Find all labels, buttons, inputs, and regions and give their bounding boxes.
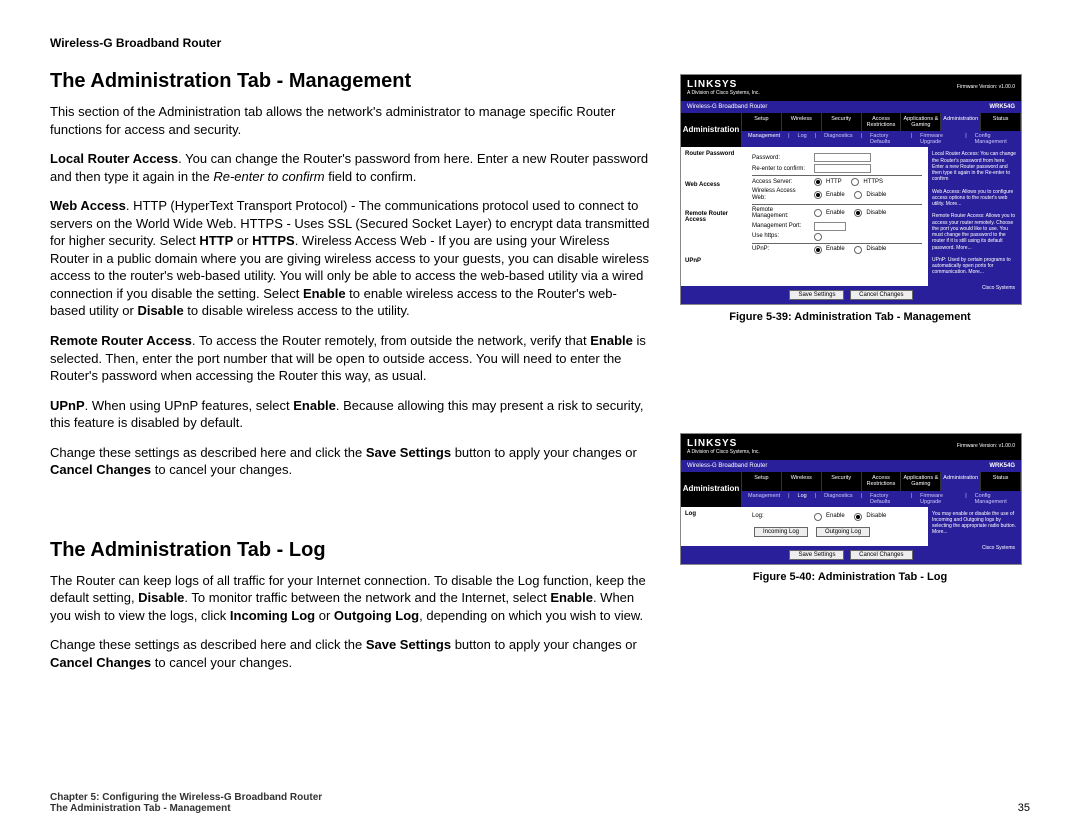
http-radio[interactable] (814, 178, 822, 186)
footer-text: Chapter 5: Configuring the Wireless-G Br… (50, 792, 322, 814)
save-cancel-note-2: Change these settings as described here … (50, 636, 650, 671)
tab-status[interactable]: Status (981, 472, 1021, 490)
group-router-password: Router Password (681, 147, 746, 166)
tab-administration[interactable]: Administration (941, 113, 981, 131)
linksys-logo: LINKSYS (687, 438, 760, 449)
usehttps-checkbox[interactable] (814, 233, 822, 241)
cancel-changes-button[interactable]: Cancel Changes (850, 290, 912, 301)
incoming-log-button[interactable]: Incoming Log (754, 527, 808, 538)
figure-5-39-management: LINKSYSA Division of Cisco Systems, Inc.… (680, 74, 1022, 305)
tab-setup[interactable]: Setup (742, 113, 782, 131)
subtab-diagnostics[interactable]: Diagnostics (822, 493, 854, 505)
figure-5-40-log: LINKSYSA Division of Cisco Systems, Inc.… (680, 433, 1022, 565)
tab-wireless[interactable]: Wireless (782, 472, 822, 490)
help-panel: Local Router Access: You can change the … (928, 147, 1021, 285)
upnp-paragraph: UPnP. When using UPnP features, select E… (50, 397, 650, 432)
tab-setup[interactable]: Setup (742, 472, 782, 490)
subtab-config[interactable]: Config Management (973, 133, 1017, 145)
cancel-changes-button[interactable]: Cancel Changes (850, 550, 912, 561)
mgmt-port-input[interactable] (814, 222, 846, 231)
save-settings-button[interactable]: Save Settings (789, 290, 844, 301)
tab-security[interactable]: Security (822, 113, 862, 131)
https-radio[interactable] (851, 178, 859, 186)
sub-tabs[interactable]: Management| Log| Diagnostics| Factory De… (742, 131, 1021, 147)
log-disable-radio[interactable] (854, 513, 862, 521)
cisco-logo: Cisco Systems (982, 546, 1015, 551)
local-router-access-paragraph: Local Router Access. You can change the … (50, 150, 650, 185)
group-web-access: Web Access (681, 178, 746, 197)
main-text-column: The Administration Tab - Management This… (50, 70, 650, 684)
figure-caption-1: Figure 5-39: Administration Tab - Manage… (680, 311, 1020, 323)
page-number: 35 (1018, 802, 1030, 814)
admin-side-label: Administration (681, 113, 742, 147)
figure-caption-2: Figure 5-40: Administration Tab - Log (680, 571, 1020, 583)
main-tabs[interactable]: Setup Wireless Security Access Restricti… (742, 472, 1021, 490)
upnp-enable-radio[interactable] (814, 246, 822, 254)
save-cancel-note-1: Change these settings as described here … (50, 444, 650, 479)
tab-apps[interactable]: Applications & Gaming (901, 113, 941, 131)
tab-access[interactable]: Access Restrictions (862, 113, 902, 131)
sub-tabs[interactable]: Management| Log| Diagnostics| Factory De… (742, 491, 1021, 507)
tab-access[interactable]: Access Restrictions (862, 472, 902, 490)
remote-disable-radio[interactable] (854, 209, 862, 217)
tab-administration[interactable]: Administration (941, 472, 981, 490)
group-log: Log (681, 507, 746, 526)
linksys-logo: LINKSYS (687, 79, 760, 90)
save-settings-button[interactable]: Save Settings (789, 550, 844, 561)
log-enable-radio[interactable] (814, 513, 822, 521)
reenter-input[interactable] (814, 164, 871, 173)
subtab-management[interactable]: Management (746, 493, 782, 505)
subtab-diagnostics[interactable]: Diagnostics (822, 133, 854, 145)
intro-paragraph: This section of the Administration tab a… (50, 103, 650, 138)
heading-management: The Administration Tab - Management (50, 70, 650, 93)
password-input[interactable] (814, 153, 871, 162)
heading-log: The Administration Tab - Log (50, 539, 650, 562)
subtab-firmware[interactable]: Firmware Upgrade (918, 133, 959, 145)
tab-status[interactable]: Status (981, 113, 1021, 131)
subtab-log[interactable]: Log (796, 493, 809, 505)
subtab-defaults[interactable]: Factory Defaults (868, 133, 905, 145)
remote-enable-radio[interactable] (814, 209, 822, 217)
tab-security[interactable]: Security (822, 472, 862, 490)
main-tabs[interactable]: Setup Wireless Security Access Restricti… (742, 113, 1021, 131)
tab-wireless[interactable]: Wireless (782, 113, 822, 131)
subtab-log[interactable]: Log (796, 133, 809, 145)
help-panel: You may enable or disable the use of Inc… (928, 507, 1021, 546)
group-remote-access: Remote Router Access (681, 207, 746, 232)
subtab-defaults[interactable]: Factory Defaults (868, 493, 905, 505)
waw-disable-radio[interactable] (854, 191, 862, 199)
firmware-version: Firmware Version: v1.00.0 (957, 85, 1015, 91)
subtab-config[interactable]: Config Management (973, 493, 1017, 505)
running-header: Wireless-G Broadband Router (50, 36, 1030, 50)
figures-column: LINKSYSA Division of Cisco Systems, Inc.… (680, 70, 1020, 684)
subtab-management[interactable]: Management (746, 133, 782, 145)
tab-apps[interactable]: Applications & Gaming (901, 472, 941, 490)
cisco-logo: Cisco Systems (982, 286, 1015, 291)
log-paragraph: The Router can keep logs of all traffic … (50, 572, 650, 625)
upnp-disable-radio[interactable] (854, 246, 862, 254)
outgoing-log-button[interactable]: Outgoing Log (816, 527, 870, 538)
group-upnp: UPnP (681, 254, 746, 273)
remote-router-access-paragraph: Remote Router Access. To access the Rout… (50, 332, 650, 385)
local-router-access-label: Local Router Access (50, 151, 178, 166)
web-access-paragraph: Web Access. HTTP (HyperText Transport Pr… (50, 197, 650, 320)
waw-enable-radio[interactable] (814, 191, 822, 199)
subtab-firmware[interactable]: Firmware Upgrade (918, 493, 959, 505)
